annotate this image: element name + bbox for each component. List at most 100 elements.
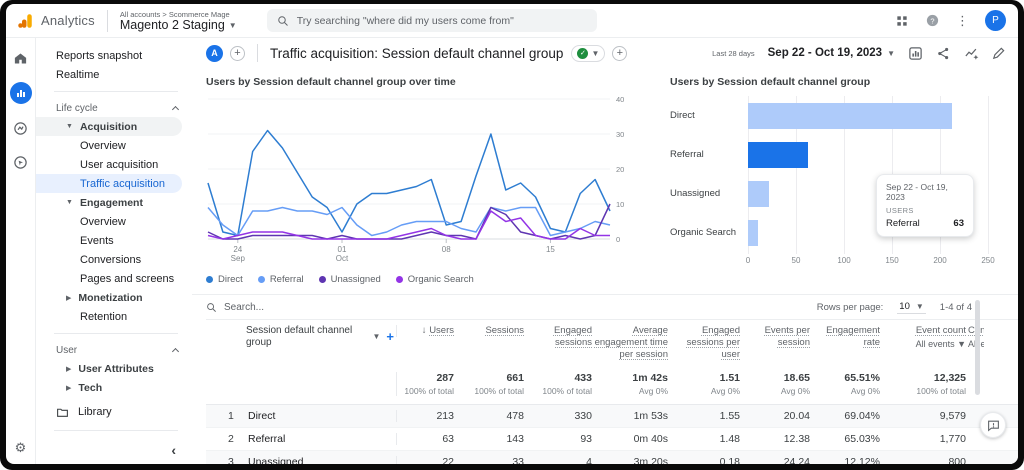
row-name-cell: 1 Direct [206, 410, 396, 422]
sidebar-section-life-cycle[interactable]: Life cycle [36, 99, 192, 117]
bar-unassigned[interactable] [748, 180, 770, 207]
explore-icon[interactable] [11, 118, 31, 138]
bar-row-direct: Direct [670, 96, 992, 135]
property-switcher[interactable]: All accounts > Scommerce Mage Magento 2 … [120, 10, 237, 32]
rows-per-page-value: 10 [899, 300, 910, 312]
legend-item-direct[interactable]: Direct [206, 274, 243, 285]
sidebar-item-acquisition[interactable]: ▼ Acquisition [36, 117, 182, 136]
share-icon[interactable] [936, 46, 951, 61]
legend-label: Organic Search [407, 274, 474, 285]
row-name: Unassigned [248, 456, 304, 464]
feedback-button[interactable] [980, 412, 1006, 438]
line-chart-card: Users by Session default channel group o… [206, 72, 634, 290]
sidebar-item-monetization[interactable]: ▶ Monetization [36, 288, 192, 307]
table-search-input[interactable]: Search... [206, 302, 264, 313]
bar-category-label: Unassigned [670, 188, 721, 199]
data-table: Session default channel group ▼ + ↓ Users Se… [206, 319, 1018, 464]
sidebar-item-tech[interactable]: ▶ Tech [36, 378, 192, 397]
apps-grid-icon[interactable] [895, 14, 909, 28]
column-label: Engaged sessions [553, 325, 592, 348]
totals-sub: Avg 0% [710, 385, 740, 396]
column-header-sessions[interactable]: Sessions [456, 325, 526, 337]
row-value-cell: 69.04% [844, 410, 880, 422]
table-row-referral[interactable]: 2 Referral 63 143 93 0m 40s 1.48 12.38 65.03% 1,7… [206, 428, 1018, 451]
row-number: 2 [228, 433, 234, 445]
pagination-range: 1-4 of 4 [939, 301, 972, 313]
sidebar-item-engagement[interactable]: ▼ Engagement [36, 193, 192, 212]
column-sub-filter[interactable]: All events ▼ [882, 338, 966, 350]
add-workspace-button[interactable]: + [230, 45, 245, 61]
advertising-icon[interactable] [11, 152, 31, 172]
sidebar-item-library[interactable]: Library [36, 401, 192, 423]
legend-item-referral[interactable]: Referral [257, 274, 304, 285]
totals-value: 1m 42s [632, 371, 668, 384]
collapse-sidebar-button[interactable]: ‹ [36, 438, 192, 464]
column-header-average-engagement-time-per-session[interactable]: Average engagement time per session [594, 325, 670, 361]
divider [257, 44, 258, 62]
sidebar-item-traffic-acquisition[interactable]: Traffic acquisition [36, 174, 182, 193]
sidebar-item-user-attributes[interactable]: ▶ User Attributes [36, 359, 192, 378]
home-icon[interactable] [11, 48, 31, 68]
bar-referral[interactable] [748, 141, 809, 168]
report-status-badge[interactable]: ✓ ▼ [571, 44, 606, 62]
column-header-events-per-session[interactable]: Events per session [742, 325, 812, 349]
sidebar-item-pages-and-screens[interactable]: Pages and screens [36, 269, 192, 288]
svg-text:Oct: Oct [336, 254, 349, 263]
chevron-down-icon: ▼ [887, 48, 895, 58]
sidebar-item-conversions[interactable]: Conversions [36, 250, 192, 269]
top-bar: Analytics All accounts > Scommerce Mage … [6, 4, 1018, 38]
tooltip-date: Sep 22 - Oct 19, 2023 [886, 182, 948, 202]
admin-gear-icon[interactable]: ⚙ [15, 440, 27, 456]
analytics-logo[interactable]: Analytics [16, 12, 95, 30]
global-search-input[interactable]: Try searching "where did my users come f… [266, 9, 597, 32]
row-name: Referral [248, 433, 286, 445]
bar-direct[interactable] [748, 102, 953, 129]
row-value-cell: 800 [948, 456, 966, 464]
row-value-cell: 1m 53s [633, 410, 668, 422]
legend-item-unassigned[interactable]: Unassigned [318, 274, 381, 285]
column-header-engaged-sessions-per-user[interactable]: Engaged sessions per user [670, 325, 742, 361]
insights-icon[interactable] [964, 46, 979, 61]
line-chart[interactable]: 0 10 20 30 40 24Sep 01Oct 08 15 [206, 90, 634, 268]
totals-value: 65.51% [844, 371, 880, 384]
add-report-button[interactable]: + [612, 45, 628, 61]
edit-pencil-icon[interactable] [992, 46, 1006, 60]
table-row-unassigned[interactable]: 3 Unassigned 22 33 4 3m 20s 0.18 24.24 12.12% 800 [206, 451, 1018, 464]
more-menu-icon[interactable]: ⋮ [956, 14, 969, 27]
bar-organic-search[interactable] [748, 219, 758, 246]
table-row-direct[interactable]: 1 Direct 213 478 330 1m 53s 1.55 20.04 69.04% 9,5… [206, 405, 1018, 428]
item-label: Library [78, 406, 112, 418]
column-header-users[interactable]: ↓ Users [396, 325, 456, 337]
sidebar-item-acquisition-overview[interactable]: Overview [36, 136, 192, 155]
chevron-down-icon: ▼ [372, 332, 381, 341]
bar-chart-title: Users by Session default channel group [670, 76, 871, 88]
sidebar-item-events[interactable]: Events [36, 231, 192, 250]
sidebar-section-user[interactable]: User [36, 341, 192, 359]
rows-per-page-select[interactable]: 10 ▼ [897, 301, 926, 314]
legend-item-organic-search[interactable]: Organic Search [395, 274, 474, 285]
column-header-engaged-sessions[interactable]: Engaged sessions [526, 325, 594, 349]
reports-icon[interactable] [9, 82, 32, 104]
add-column-button[interactable]: + [386, 330, 394, 343]
column-header-engagement-rate[interactable]: Engagement rate [812, 325, 882, 349]
avatar[interactable]: P [985, 10, 1006, 31]
nav-rail: ⚙ [6, 38, 36, 464]
search-placeholder: Try searching "where did my users come f… [296, 14, 514, 27]
legend-dot-icon [318, 276, 326, 283]
sidebar-item-realtime[interactable]: Realtime [36, 65, 192, 84]
sidebar-item-user-acquisition[interactable]: User acquisition [36, 155, 192, 174]
rows-per-page-label: Rows per page: [816, 301, 884, 313]
vertical-scrollbar[interactable] [975, 300, 980, 395]
date-range-picker[interactable]: Sep 22 - Oct 19, 2023 ▼ [768, 47, 895, 59]
expand-arrow-icon: ▼ [66, 199, 73, 206]
row-name: Direct [248, 410, 276, 422]
sidebar-item-retention[interactable]: Retention [36, 307, 192, 326]
comparison-icon[interactable] [908, 46, 923, 61]
column-header-event-count[interactable]: Event count All events ▼ [882, 325, 968, 350]
column-header-dimension[interactable]: Session default channel group ▼ + [206, 325, 396, 349]
workspace-badge[interactable]: A [206, 44, 223, 62]
help-icon[interactable]: ? [925, 13, 940, 28]
sidebar-item-engagement-overview[interactable]: Overview [36, 212, 192, 231]
expand-arrow-icon: ▼ [66, 123, 73, 130]
sidebar-item-reports-snapshot[interactable]: Reports snapshot [36, 46, 192, 65]
